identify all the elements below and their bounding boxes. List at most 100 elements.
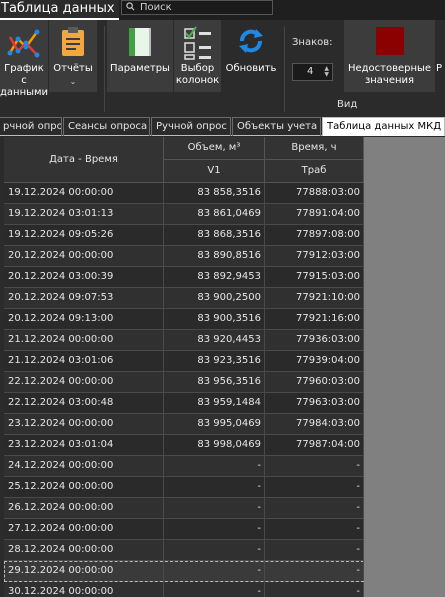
cell-volume[interactable]: 83 890,8516 [164, 246, 265, 266]
cell-volume[interactable]: 83 920,4453 [164, 330, 265, 350]
table-row[interactable]: 20.12.2024 09:13:00 83 900,3516 77921:16:0… [4, 309, 364, 330]
table-row[interactable]: 19.12.2024 03:01:13 83 861,0469 77891:04:0… [4, 204, 364, 225]
cell-datetime[interactable]: 21.12.2024 03:01:06 [4, 351, 164, 371]
cell-datetime[interactable]: 19.12.2024 09:05:26 [4, 225, 164, 245]
cell-volume[interactable]: - [164, 582, 265, 597]
cell-volume[interactable]: - [164, 519, 265, 539]
chart-with-data-button[interactable]: График с данными [0, 20, 48, 98]
cell-volume[interactable]: 83 959,1484 [164, 393, 265, 413]
cell-time[interactable]: 77936:03:00 [265, 330, 364, 350]
tab-accounting-objects[interactable]: Объекты учета [232, 117, 321, 136]
cell-time[interactable]: - [265, 519, 364, 539]
cell-time[interactable]: 77888:03:00 [265, 183, 364, 203]
cell-volume[interactable]: - [164, 498, 265, 518]
cell-time[interactable]: 77984:03:00 [265, 414, 364, 434]
table-row[interactable]: 26.12.2024 00:00:00- - [4, 498, 364, 519]
cell-volume[interactable]: 83 858,3516 [164, 183, 265, 203]
column-subheader-v1[interactable]: V1 [164, 160, 265, 183]
cell-datetime[interactable]: 25.12.2024 00:00:00 [4, 477, 164, 497]
cell-volume[interactable]: - [164, 477, 265, 497]
stepper-arrows-icon[interactable]: ▲ ▼ [324, 66, 329, 78]
column-header-datetime[interactable]: Дата - Время [4, 137, 164, 183]
cell-time[interactable]: - [265, 477, 364, 497]
cell-volume[interactable]: - [164, 456, 265, 476]
cell-volume[interactable]: 83 995,0469 [164, 414, 265, 434]
select-columns-button[interactable]: Выбор колонок [174, 20, 221, 92]
unreliable-values-button[interactable]: Недостоверные значения [344, 20, 435, 92]
cell-volume[interactable]: 83 956,3516 [164, 372, 265, 392]
app-title-tab[interactable]: Таблица данных [0, 0, 119, 20]
table-row[interactable]: 20.12.2024 00:00:00 83 890,8516 77912:03:0… [4, 246, 364, 267]
cell-datetime[interactable]: 20.12.2024 09:13:00 [4, 309, 164, 329]
cell-datetime[interactable]: 27.12.2024 00:00:00 [4, 519, 164, 539]
tab-manual-poll[interactable]: Ручной опрос [151, 117, 231, 136]
cell-datetime[interactable]: 22.12.2024 03:00:48 [4, 393, 164, 413]
cell-datetime[interactable]: 24.12.2024 00:00:00 [4, 456, 164, 476]
cell-datetime[interactable]: 28.12.2024 00:00:00 [4, 540, 164, 560]
table-row[interactable]: 29.12.2024 00:00:00- - [4, 561, 364, 582]
cell-datetime[interactable]: 20.12.2024 00:00:00 [4, 246, 164, 266]
cell-time[interactable]: 77891:04:00 [265, 204, 364, 224]
cell-datetime[interactable]: 20.12.2024 03:00:39 [4, 267, 164, 287]
table-row[interactable]: 20.12.2024 03:00:39 83 892,9453 77915:03:0… [4, 267, 364, 288]
cell-datetime[interactable]: 20.12.2024 09:07:53 [4, 288, 164, 308]
parameters-button[interactable]: Параметры [107, 20, 173, 92]
reports-button[interactable]: Отчёты ⌄ [49, 20, 97, 92]
cell-time[interactable]: 77915:03:00 [265, 267, 364, 287]
cell-volume[interactable]: - [164, 540, 265, 560]
cell-time[interactable]: 77987:04:00 [265, 435, 364, 455]
cell-time[interactable]: - [265, 561, 364, 581]
table-row[interactable]: 21.12.2024 00:00:00 83 920,4453 77936:03:0… [4, 330, 364, 351]
cell-volume[interactable]: - [164, 561, 265, 581]
table-row[interactable]: 28.12.2024 00:00:00- - [4, 540, 364, 561]
cell-volume[interactable]: 83 998,0469 [164, 435, 265, 455]
cell-time[interactable]: 77939:04:00 [265, 351, 364, 371]
column-header-time[interactable]: Время, ч [265, 137, 364, 160]
refresh-button[interactable]: Обновить [222, 20, 280, 92]
cell-time[interactable]: 77921:10:00 [265, 288, 364, 308]
cell-time[interactable]: - [265, 540, 364, 560]
cell-volume[interactable]: 83 868,3516 [164, 225, 265, 245]
digits-stepper[interactable]: 4 ▲ ▼ [292, 63, 333, 81]
cell-volume[interactable]: 83 861,0469 [164, 204, 265, 224]
cell-datetime[interactable]: 26.12.2024 00:00:00 [4, 498, 164, 518]
cell-time[interactable]: - [265, 456, 364, 476]
cell-time[interactable]: 77963:03:00 [265, 393, 364, 413]
table-row[interactable]: 27.12.2024 00:00:00- - [4, 519, 364, 540]
table-row[interactable]: 23.12.2024 00:00:00 83 995,0469 77984:03:0… [4, 414, 364, 435]
cell-volume[interactable]: 83 892,9453 [164, 267, 265, 287]
ribbon-button-truncated[interactable]: Р [436, 20, 445, 92]
cell-datetime[interactable]: 21.12.2024 00:00:00 [4, 330, 164, 350]
cell-volume[interactable]: 83 900,2500 [164, 288, 265, 308]
tab-poll-sessions[interactable]: Сеансы опроса [63, 117, 150, 136]
table-row[interactable]: 23.12.2024 03:01:04 83 998,0469 77987:04:0… [4, 435, 364, 456]
tab-data-table-mkd[interactable]: Таблица данных МКД Н [322, 117, 445, 136]
table-row[interactable]: 20.12.2024 09:07:53 83 900,2500 77921:10:0… [4, 288, 364, 309]
cell-time[interactable]: 77960:03:00 [265, 372, 364, 392]
cell-volume[interactable]: 83 923,3516 [164, 351, 265, 371]
table-row[interactable]: 21.12.2024 03:01:06 83 923,3516 77939:04:0… [4, 351, 364, 372]
column-subheader-trab[interactable]: Траб [265, 160, 364, 183]
table-row[interactable]: 30.12.2024 00:00:00- - [4, 582, 364, 597]
table-row[interactable]: 19.12.2024 00:00:00 83 858,3516 77888:03:0… [4, 183, 364, 204]
cell-datetime[interactable]: 23.12.2024 03:01:04 [4, 435, 164, 455]
table-row[interactable]: 22.12.2024 00:00:00 83 956,3516 77960:03:0… [4, 372, 364, 393]
table-row[interactable]: 22.12.2024 03:00:48 83 959,1484 77963:03:0… [4, 393, 364, 414]
cell-datetime[interactable]: 29.12.2024 00:00:00 [4, 561, 164, 581]
cell-datetime[interactable]: 22.12.2024 00:00:00 [4, 372, 164, 392]
table-row[interactable]: 19.12.2024 09:05:26 83 868,3516 77897:08:0… [4, 225, 364, 246]
cell-time[interactable]: - [265, 498, 364, 518]
cell-datetime[interactable]: 19.12.2024 00:00:00 [4, 183, 164, 203]
table-row[interactable]: 24.12.2024 00:00:00- - [4, 456, 364, 477]
search-input[interactable]: Поиск [121, 0, 273, 15]
cell-time[interactable]: 77921:16:00 [265, 309, 364, 329]
tab-manual-poll-truncated[interactable]: рчной опрос [0, 117, 62, 136]
cell-datetime[interactable]: 23.12.2024 00:00:00 [4, 414, 164, 434]
column-header-volume[interactable]: Объем, м³ [164, 137, 265, 160]
cell-time[interactable]: 77897:08:00 [265, 225, 364, 245]
cell-time[interactable]: 77912:03:00 [265, 246, 364, 266]
table-row[interactable]: 25.12.2024 00:00:00- - [4, 477, 364, 498]
cell-volume[interactable]: 83 900,3516 [164, 309, 265, 329]
cell-time[interactable]: - [265, 582, 364, 597]
cell-datetime[interactable]: 30.12.2024 00:00:00 [4, 582, 164, 597]
